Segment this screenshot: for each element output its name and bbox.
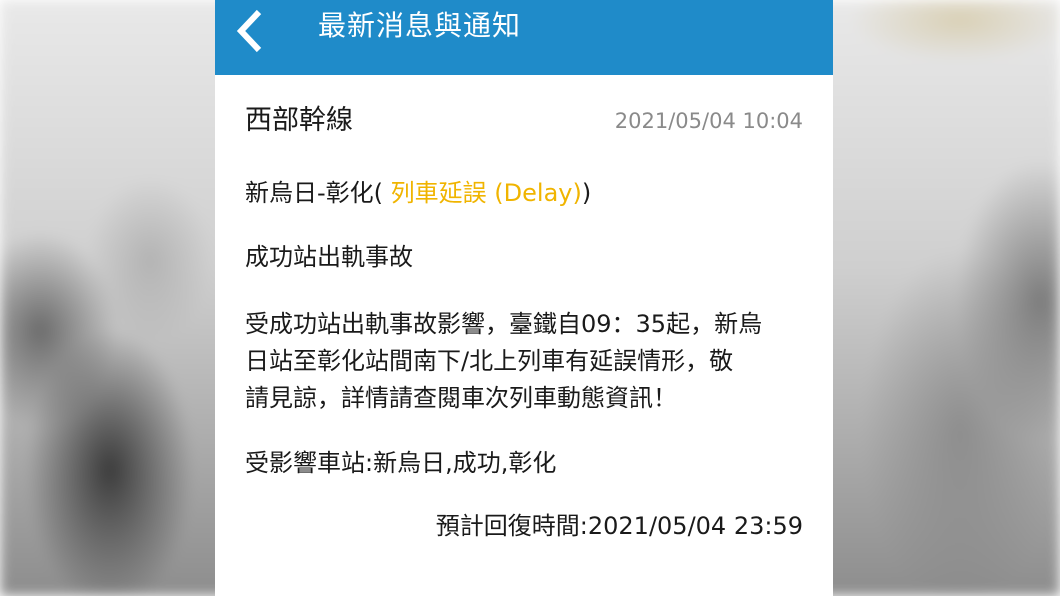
chevron-left-icon — [236, 9, 262, 53]
affected-stations: 受影響車站:新烏日,成功,彰化 — [245, 449, 557, 477]
section-name: 新烏日-彰化( — [245, 179, 384, 207]
affected-section: 新烏日-彰化( 列車延誤 (Delay)) — [245, 174, 591, 212]
phone-screen: 最新消息與通知 西部幹線 2021/05/04 10:04 新烏日-彰化( 列車… — [215, 0, 833, 596]
body-line: 請見諒，詳情請查閱車次列車動態資訊！ — [245, 384, 677, 412]
status-label: 列車延誤 (Delay) — [383, 179, 582, 207]
notice-body: 受成功站出軌事故影響，臺鐵自09：35起，新烏 日站至彰化站間南下/北上列車有延… — [245, 306, 805, 417]
back-button[interactable] — [227, 4, 277, 58]
notice-header: 西部幹線 2021/05/04 10:04 — [245, 101, 805, 141]
page-title: 最新消息與通知 — [318, 9, 522, 42]
line-name: 西部幹線 — [245, 105, 353, 136]
section-close: ) — [581, 179, 592, 207]
app-header: 最新消息與通知 — [215, 0, 833, 75]
body-line: 日站至彰化站間南下/北上列車有延誤情形，敬 — [245, 347, 734, 375]
posted-timestamp: 2021/05/04 10:04 — [614, 109, 803, 133]
incident-title: 成功站出軌事故 — [245, 243, 413, 271]
estimated-recovery-time: 預計回復時間:2021/05/04 23:59 — [435, 512, 803, 540]
body-line: 受成功站出軌事故影響，臺鐵自09：35起，新烏 — [245, 310, 763, 338]
